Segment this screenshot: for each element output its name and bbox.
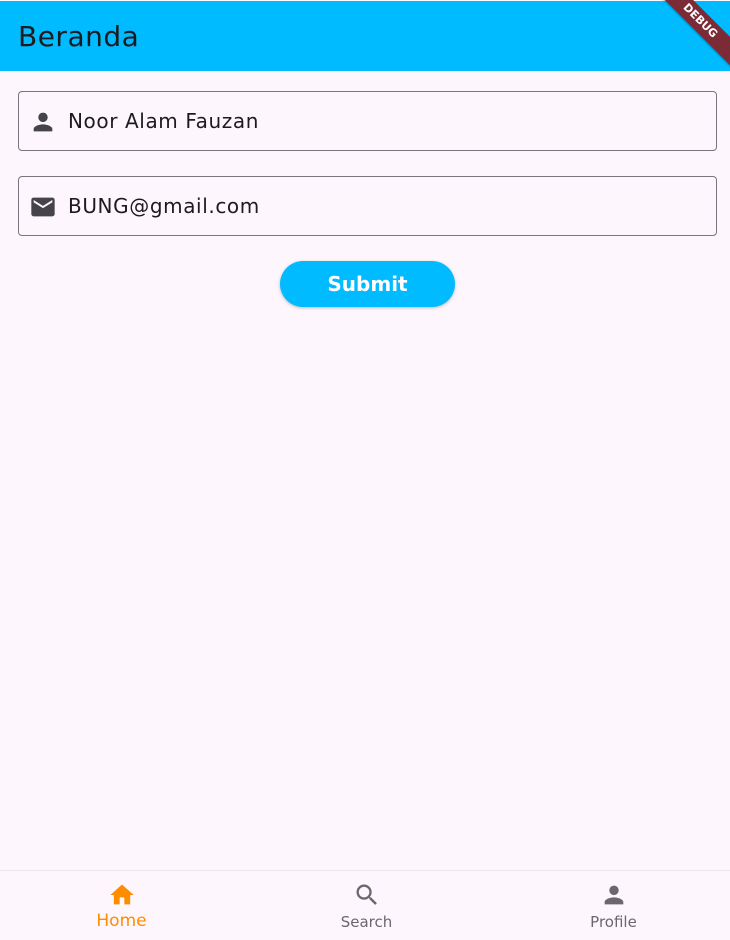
person-icon [33,112,53,132]
nav-item-profile[interactable]: Profile [492,871,730,940]
nav-item-search[interactable]: Search [245,871,488,940]
search-icon [356,884,377,905]
email-field-value: BUNG@gmail.com [68,194,260,218]
submit-button[interactable]: Submit [280,261,455,307]
app-bar: Beranda DEBUG [0,0,730,74]
debug-banner: DEBUG [647,0,730,74]
bottom-navigation: Home Search Profile [0,870,730,940]
page-title: Beranda [18,20,140,53]
nav-label-search: Search [340,913,393,931]
name-field[interactable]: Noor Alam Fauzan [18,91,717,151]
home-icon [109,884,134,905]
nav-label-home: Home [96,911,147,931]
nav-item-home[interactable]: Home [0,871,243,940]
nav-label-profile: Profile [590,913,637,931]
name-field-value: Noor Alam Fauzan [68,109,259,133]
app-screen: Beranda DEBUG Noor Alam Fauzan BUNG@gmai… [0,0,730,940]
email-field[interactable]: BUNG@gmail.com [18,176,717,236]
person-icon [604,885,623,905]
email-icon [31,197,55,217]
